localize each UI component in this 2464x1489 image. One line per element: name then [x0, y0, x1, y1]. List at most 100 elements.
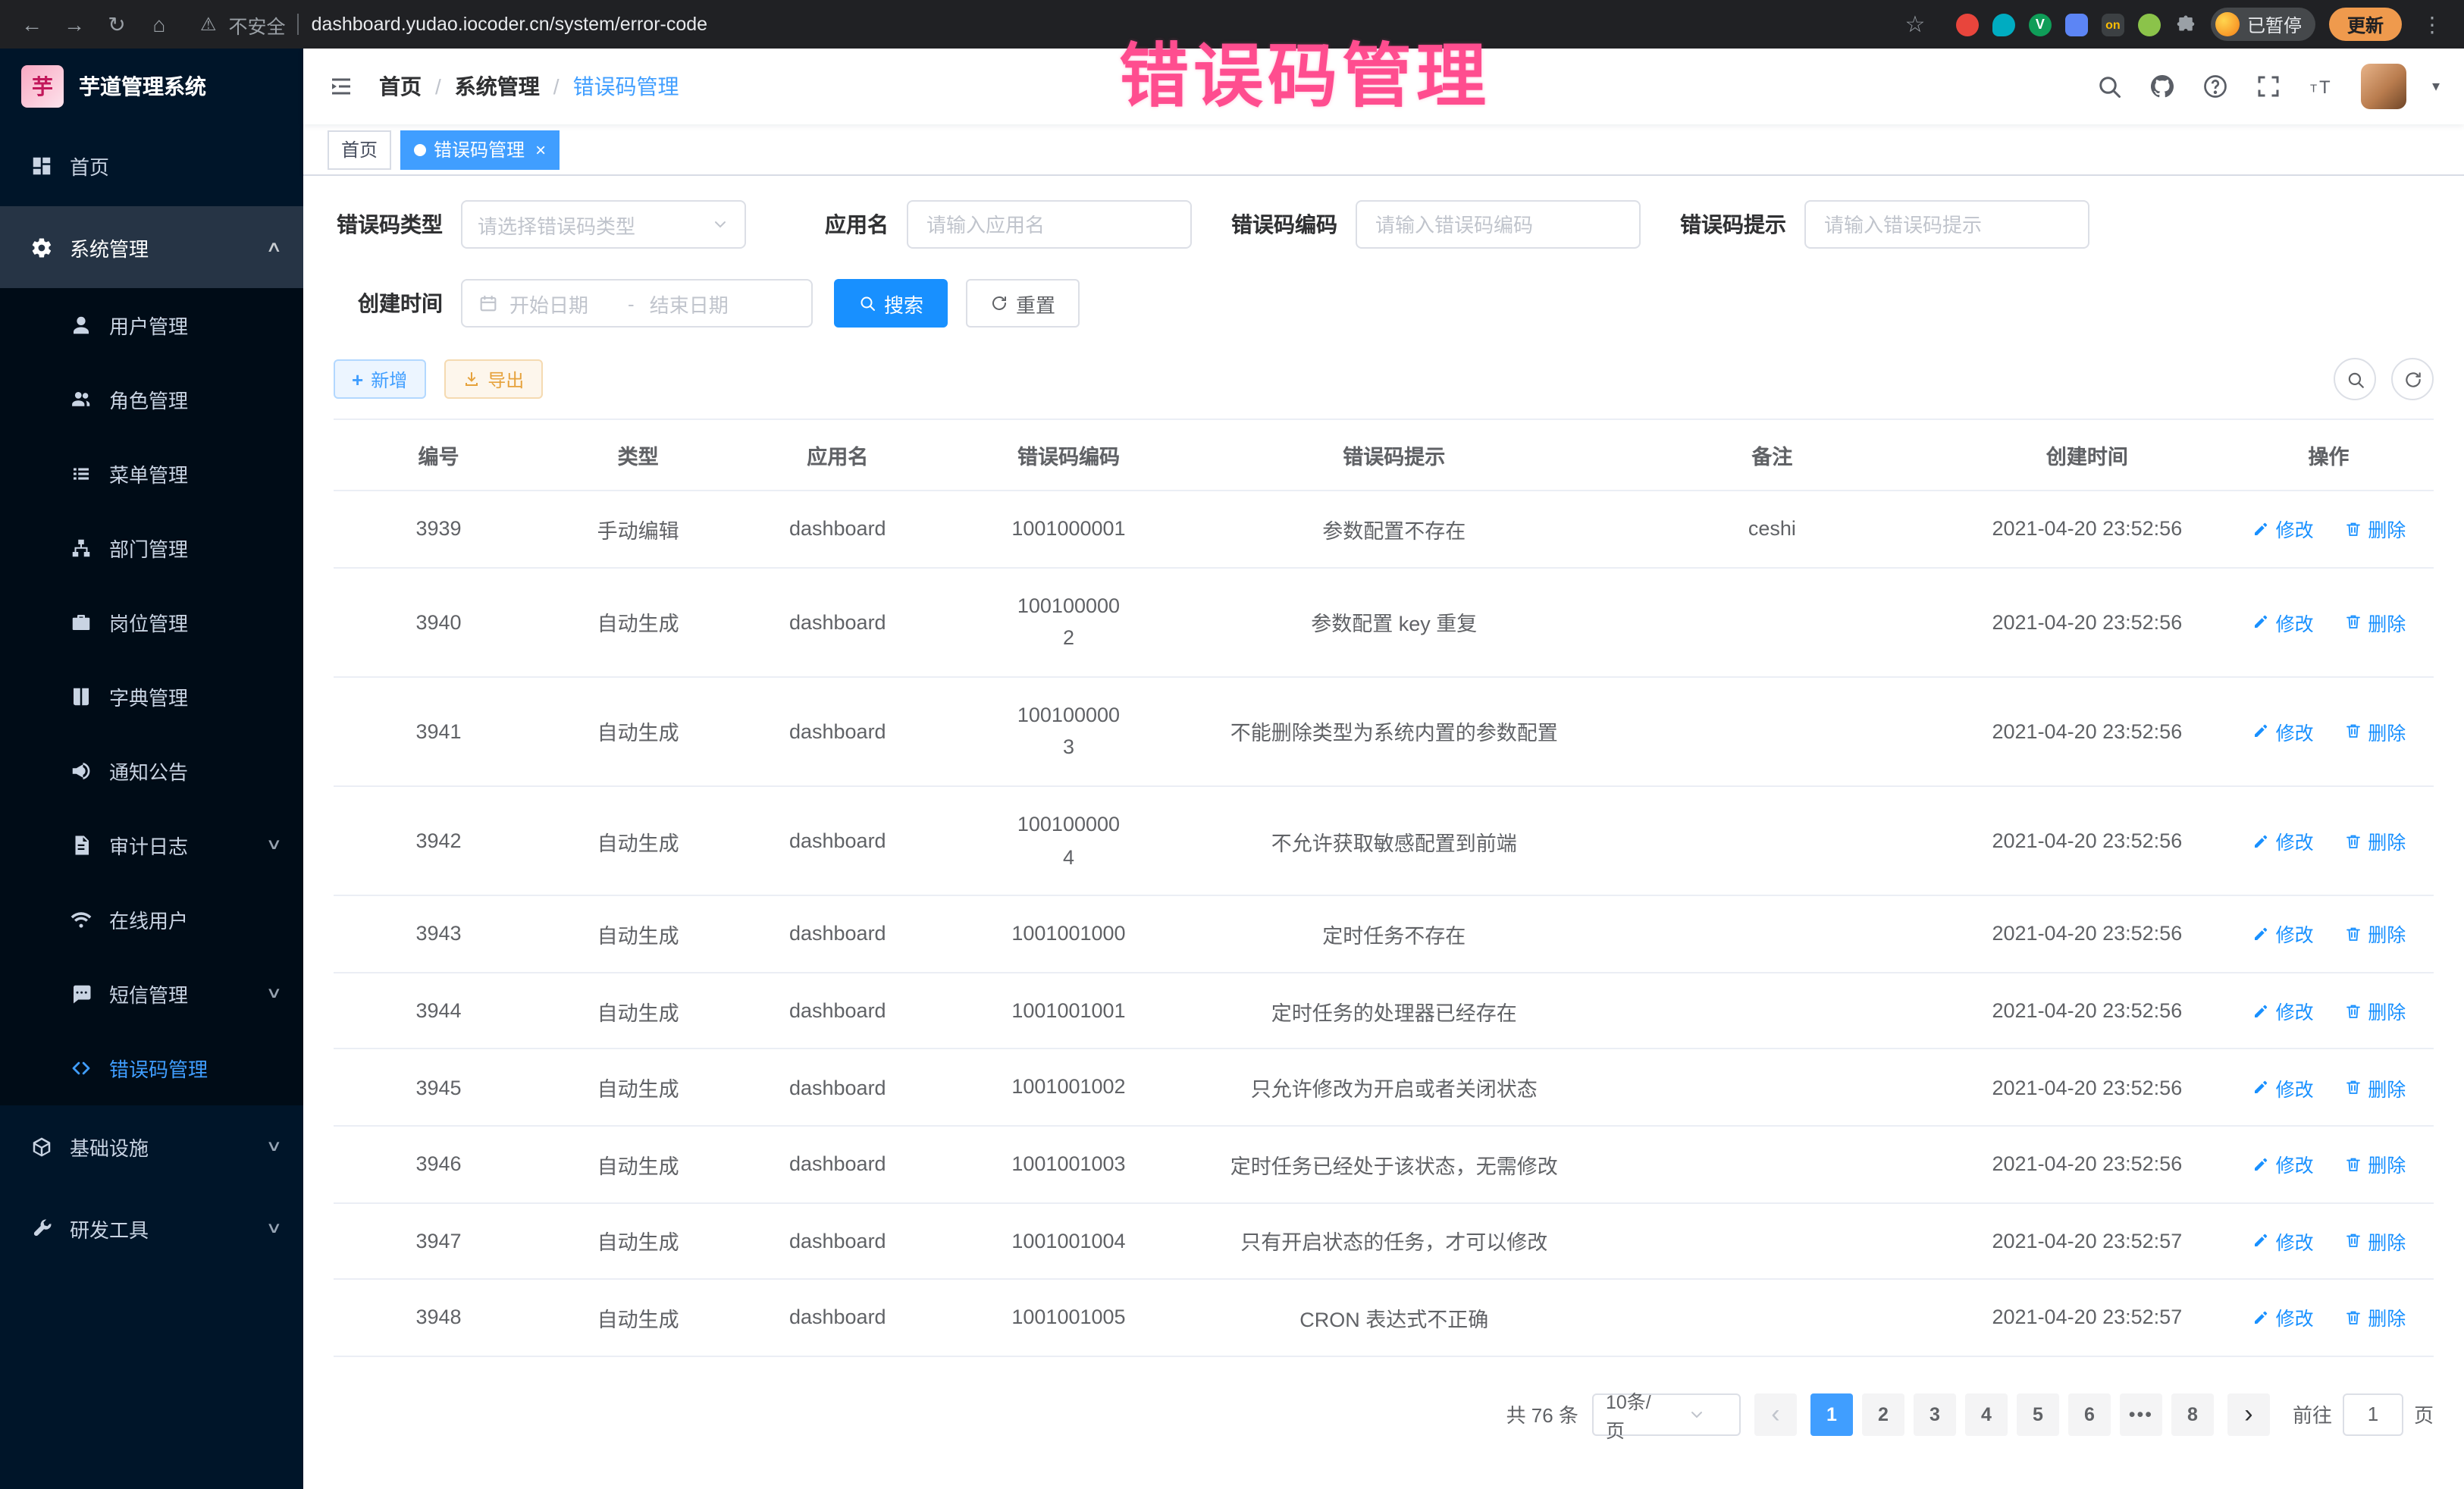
extension-icon-blue[interactable] [2065, 13, 2088, 36]
url-text[interactable]: dashboard.yudao.iocoder.cn/system/error-… [312, 14, 708, 35]
goto-page-input[interactable] [2343, 1393, 2403, 1435]
page-button[interactable]: 8 [2171, 1393, 2214, 1435]
github-icon[interactable] [2149, 73, 2176, 100]
create-time-label: 创建时间 [334, 288, 443, 318]
sidebar-item[interactable]: 岗位管理 [0, 585, 303, 660]
delete-link[interactable]: 删除 [2343, 1227, 2406, 1255]
delete-link[interactable]: 删除 [2343, 996, 2406, 1025]
sidebar-item[interactable]: 基础设施 ∨ [0, 1105, 303, 1187]
toggle-search-button[interactable] [2334, 358, 2376, 400]
edit-link[interactable]: 修改 [2252, 920, 2314, 948]
edit-link[interactable]: 修改 [2252, 717, 2314, 746]
breadcrumb-item[interactable]: 系统管理 [455, 71, 540, 102]
tab-close-icon[interactable]: × [535, 139, 546, 160]
back-icon[interactable]: ← [15, 12, 49, 36]
error-code-input[interactable] [1372, 212, 1624, 237]
extensions-puzzle-icon[interactable] [2174, 13, 2197, 36]
delete-link[interactable]: 删除 [2343, 1073, 2406, 1102]
page-button[interactable]: 5 [2017, 1393, 2059, 1435]
page-button[interactable]: ••• [2120, 1393, 2162, 1435]
browser-menu-icon[interactable]: ⋮ [2415, 11, 2449, 37]
delete-link[interactable]: 删除 [2343, 1303, 2406, 1332]
breadcrumb-item[interactable]: 首页 [379, 71, 422, 102]
security-label[interactable]: 不安全 [229, 10, 286, 39]
total-count: 共 76 条 [1506, 1400, 1578, 1428]
reload-icon[interactable]: ↻ [100, 11, 133, 37]
delete-link[interactable]: 删除 [2343, 515, 2406, 544]
home-icon[interactable]: ⌂ [143, 12, 176, 36]
sidebar-item[interactable]: 系统管理 ∧ [0, 206, 303, 288]
filter-error-code: 错误码编码 [1231, 200, 1641, 249]
sidebar-item[interactable]: 审计日志 ∨ [0, 808, 303, 882]
page-button[interactable]: 6 [2068, 1393, 2111, 1435]
extension-icon-teal[interactable] [1992, 13, 2015, 36]
date-range-picker[interactable]: 开始日期 - 结束日期 [461, 279, 813, 328]
extension-icon-on[interactable]: on [2102, 13, 2124, 36]
page-button[interactable]: 1 [1810, 1393, 1853, 1435]
sidebar-item[interactable]: 字典管理 [0, 660, 303, 734]
help-icon[interactable] [2202, 73, 2229, 100]
add-button[interactable]: + 新增 [334, 359, 425, 399]
cell-message: CRON 表达式不正确 [1195, 1279, 1594, 1356]
delete-link[interactable]: 删除 [2343, 826, 2406, 855]
delete-link[interactable]: 删除 [2343, 607, 2406, 636]
extension-icon-green[interactable]: V [2029, 13, 2052, 36]
sidebar-item[interactable]: 菜单管理 [0, 437, 303, 511]
search-button[interactable]: 搜索 [834, 279, 948, 328]
tab[interactable]: 首页 [328, 130, 391, 169]
delete-link[interactable]: 删除 [2343, 1149, 2406, 1178]
edit-link[interactable]: 修改 [2252, 1149, 2314, 1178]
extension-icon-lime[interactable] [2138, 13, 2161, 36]
page-size-select[interactable]: 10条/页 [1592, 1393, 1741, 1435]
search-icon[interactable] [2096, 73, 2123, 100]
page-button[interactable]: 3 [1914, 1393, 1956, 1435]
edit-link[interactable]: 修改 [2252, 1227, 2314, 1255]
sidebar-item[interactable]: 短信管理 ∨ [0, 957, 303, 1031]
avatar-caret-down-icon[interactable]: ▾ [2432, 78, 2440, 95]
forward-icon[interactable]: → [58, 12, 91, 36]
error-type-select[interactable]: 请选择错误码类型 [461, 200, 746, 249]
edit-link[interactable]: 修改 [2252, 1303, 2314, 1332]
prev-page-button[interactable]: ‹ [1754, 1393, 1797, 1435]
tab[interactable]: 错误码管理 × [400, 130, 560, 169]
edit-link[interactable]: 修改 [2252, 996, 2314, 1025]
cell-memo: ceshi [1594, 491, 1951, 567]
sidebar-item[interactable]: 用户管理 [0, 288, 303, 362]
page-button[interactable]: 2 [1862, 1393, 1904, 1435]
export-button[interactable]: 导出 [444, 359, 542, 399]
next-page-button[interactable]: › [2227, 1393, 2270, 1435]
page-button[interactable]: 4 [1965, 1393, 2008, 1435]
sidebar-item[interactable]: 通知公告 [0, 734, 303, 808]
extension-icon-red[interactable] [1956, 13, 1979, 36]
calendar-icon [478, 293, 499, 314]
page-unit-label: 页 [2414, 1400, 2434, 1428]
search-icon [2345, 369, 2365, 389]
edit-link[interactable]: 修改 [2252, 607, 2314, 636]
error-msg-input[interactable] [1821, 212, 2073, 237]
collapse-sidebar-icon[interactable] [328, 73, 355, 100]
edit-link[interactable]: 修改 [2252, 1073, 2314, 1102]
delete-link[interactable]: 删除 [2343, 717, 2406, 746]
filter-row-1: 错误码类型 请选择错误码类型 应用名 错误码编码 [334, 200, 2434, 249]
bookmark-star-icon[interactable]: ☆ [1898, 11, 1932, 38]
user-avatar[interactable] [2361, 64, 2406, 109]
profile-chip[interactable]: 已暂停 [2211, 8, 2315, 41]
sidebar-item[interactable]: 研发工具 ∨ [0, 1187, 303, 1269]
app-name-input[interactable] [923, 212, 1175, 237]
edit-link[interactable]: 修改 [2252, 826, 2314, 855]
sidebar-item[interactable]: 角色管理 [0, 362, 303, 437]
sidebar-item[interactable]: 在线用户 [0, 882, 303, 957]
breadcrumb-item[interactable]: 错误码管理 [573, 71, 679, 102]
app-logo[interactable]: 芋 芋道管理系统 [0, 49, 303, 124]
edit-link[interactable]: 修改 [2252, 515, 2314, 544]
refresh-table-button[interactable] [2391, 358, 2434, 400]
reset-button[interactable]: 重置 [966, 279, 1080, 328]
font-size-icon[interactable]: TT [2308, 73, 2335, 100]
delete-link[interactable]: 删除 [2343, 920, 2406, 948]
address-bar[interactable]: ⚠ 不安全 dashboard.yudao.iocoder.cn/system/… [185, 5, 1947, 44]
sidebar-item[interactable]: 部门管理 [0, 511, 303, 585]
sidebar-item[interactable]: 错误码管理 [0, 1031, 303, 1105]
sidebar-item[interactable]: 首页 [0, 124, 303, 206]
browser-update-button[interactable]: 更新 [2329, 8, 2402, 41]
fullscreen-icon[interactable] [2255, 73, 2282, 100]
